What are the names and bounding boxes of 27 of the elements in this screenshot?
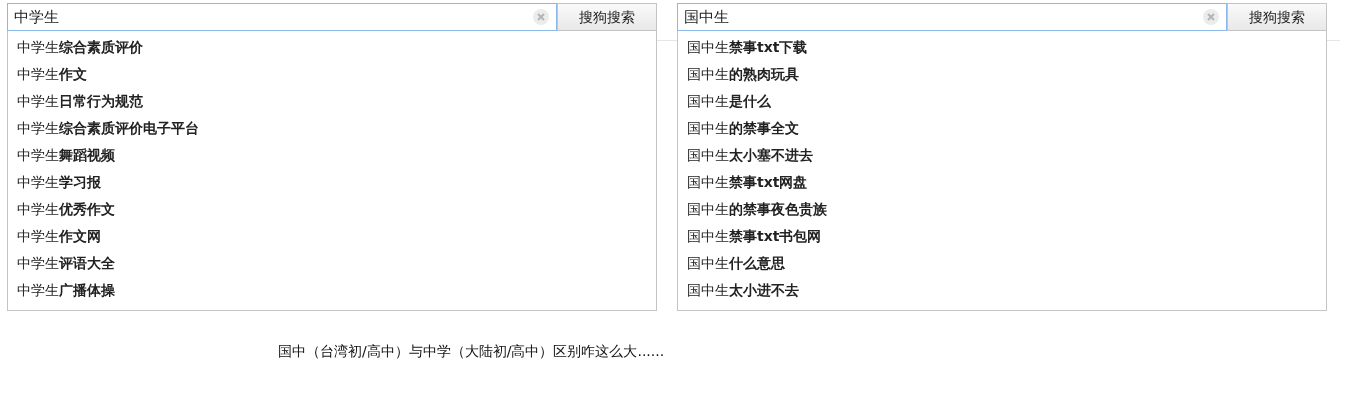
search-button[interactable]: 搜狗搜索	[1227, 3, 1327, 31]
suggestion-item[interactable]: 国中生禁事txt书包网	[687, 226, 822, 247]
suggestion-item[interactable]: 中学生广播体操	[17, 280, 115, 301]
suggestion-item[interactable]: 中学生作文	[17, 64, 87, 85]
suggestion-item[interactable]: 中学生舞蹈视频	[17, 145, 115, 166]
suggestion-item[interactable]: 国中生的禁事夜色贵族	[687, 199, 827, 220]
search-button[interactable]: 搜狗搜索	[557, 3, 657, 31]
suggestion-item[interactable]: 国中生的熟肉玩具	[687, 64, 799, 85]
clear-icon[interactable]	[533, 9, 549, 25]
suggestion-item[interactable]: 中学生评语大全	[17, 253, 115, 274]
suggestion-item[interactable]: 国中生的禁事全文	[687, 118, 799, 139]
suggestion-item[interactable]: 国中生禁事txt网盘	[687, 172, 808, 193]
suggestion-item[interactable]: 中学生学习报	[17, 172, 101, 193]
suggestion-item[interactable]: 国中生太小塞不进去	[687, 145, 813, 166]
suggestion-item[interactable]: 中学生优秀作文	[17, 199, 115, 220]
suggestion-item[interactable]: 国中生什么意思	[687, 253, 785, 274]
clear-icon[interactable]	[1203, 9, 1219, 25]
suggestion-item[interactable]: 中学生作文网	[17, 226, 101, 247]
suggestion-item[interactable]: 国中生太小进不去	[687, 280, 799, 301]
suggestion-item[interactable]: 国中生禁事txt下载	[687, 37, 808, 58]
suggestion-item[interactable]: 中学生综合素质评价	[17, 37, 143, 58]
search-field[interactable]: 中学生	[7, 3, 557, 31]
suggestion-item[interactable]: 国中生是什么	[687, 91, 771, 112]
suggestion-item[interactable]: 中学生日常行为规范	[17, 91, 143, 112]
caption-text: 国中（台湾初/高中）与中学（大陆初/高中）区别咋这么大......	[278, 343, 665, 359]
search-field[interactable]: 国中生	[677, 3, 1227, 31]
suggestion-item[interactable]: 中学生综合素质评价电子平台	[17, 118, 199, 139]
